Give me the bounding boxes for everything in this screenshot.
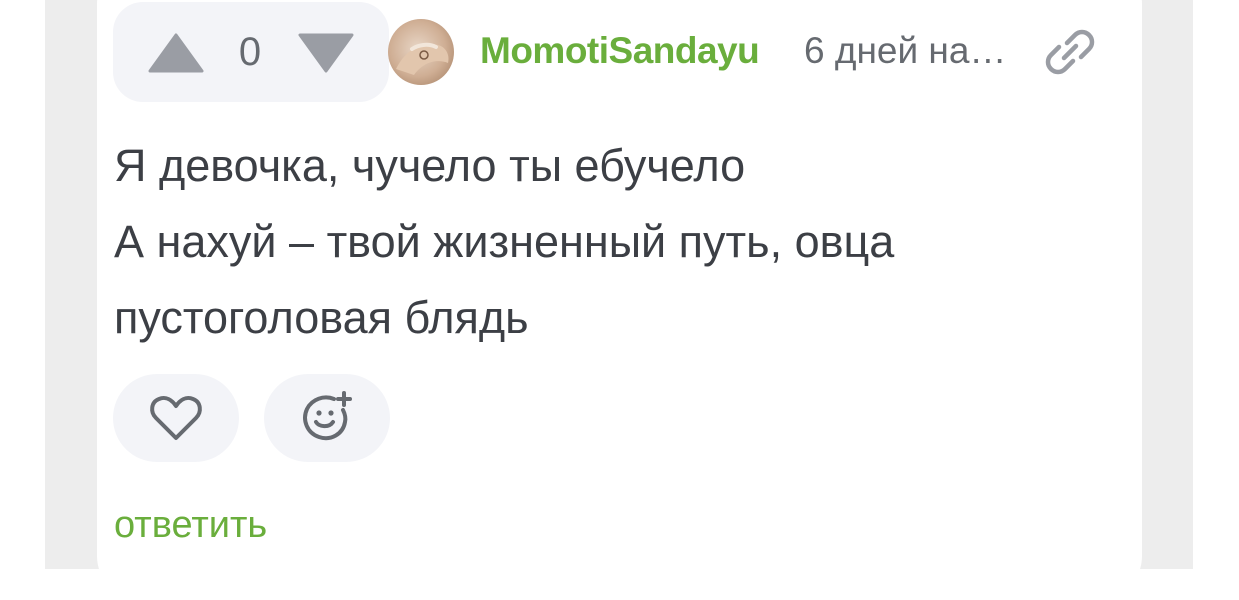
- avatar-image: [388, 19, 454, 85]
- reply-link[interactable]: ответить: [114, 500, 267, 550]
- upvote-button[interactable]: [148, 33, 204, 73]
- smiley-plus-icon: [303, 391, 352, 441]
- vote-count: 0: [238, 30, 262, 74]
- downvote-button[interactable]: [298, 33, 354, 73]
- triangle-up-icon: [148, 33, 204, 73]
- comment-line: пустоголовая блядь: [114, 292, 529, 343]
- like-button[interactable]: [113, 374, 239, 462]
- chain-link-icon: [1045, 29, 1095, 75]
- heart-outline-icon: [150, 395, 202, 440]
- comment-line: Я девочка, чучело ты ебучело: [114, 140, 746, 191]
- comment-body: Я девочка, чучело ты ебучело А нахуй – т…: [114, 128, 1114, 356]
- comment-timestamp: 6 дней на…: [804, 30, 1007, 71]
- add-reaction-button[interactable]: [264, 374, 390, 462]
- author-username[interactable]: MomotiSandayu: [480, 28, 760, 74]
- triangle-down-icon: [298, 33, 354, 73]
- copy-link-button[interactable]: [1040, 22, 1100, 82]
- comment-line: А нахуй – твой жизненный путь, овца: [114, 216, 895, 267]
- avatar[interactable]: [388, 19, 454, 85]
